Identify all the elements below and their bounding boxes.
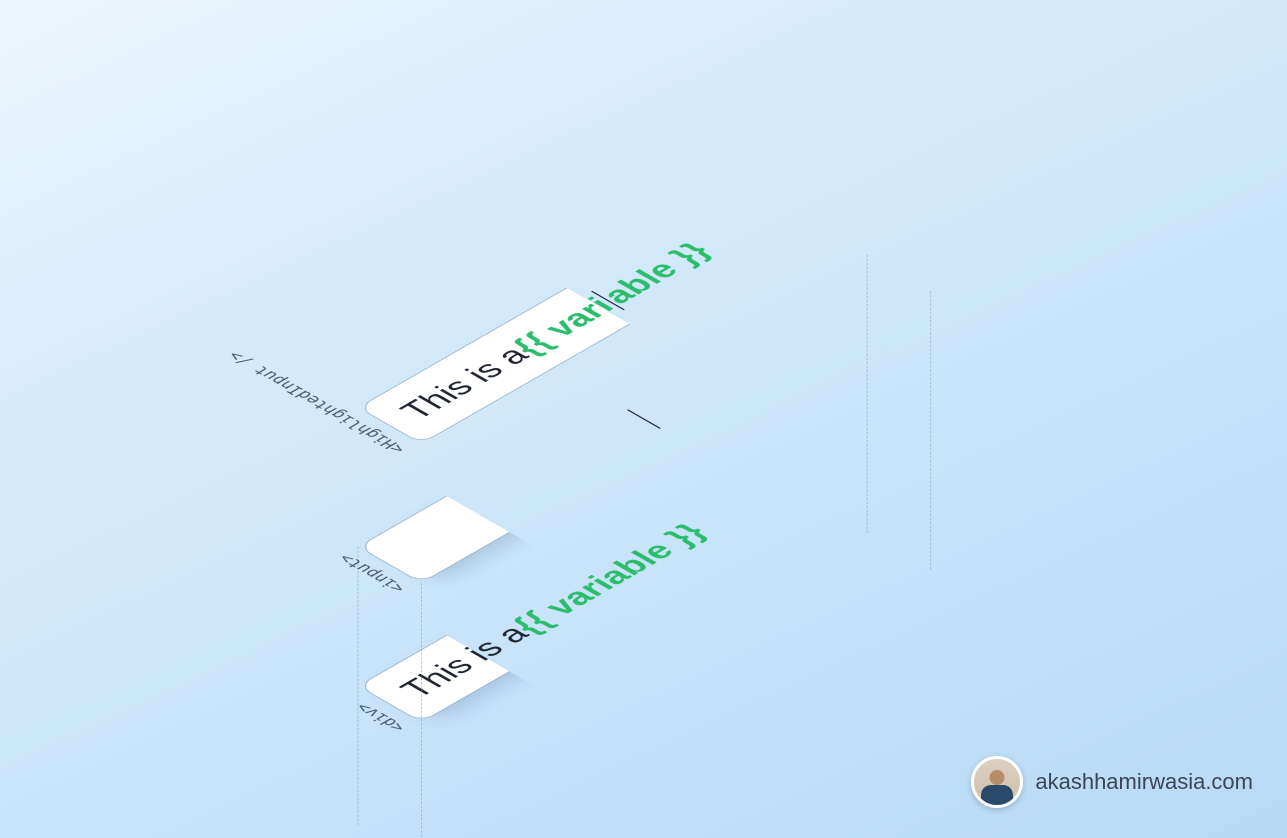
guide-line (421, 583, 422, 838)
layer-div-variable: {{ variable }} (503, 518, 714, 639)
site-url: akashhamirwasia.com (1035, 769, 1253, 795)
guide-line (357, 546, 358, 825)
layer-highlighted-var-part1: {{ vari (503, 292, 622, 360)
layer-highlighted-var-part2: able }} (592, 237, 718, 309)
text-caret-icon (627, 409, 661, 428)
layer-highlighted-text: This is a (391, 341, 537, 425)
diagram-stage: This is a {{ variable }} <div> <input> T… (94, 29, 1194, 809)
credit: akashhamirwasia.com (971, 756, 1253, 808)
avatar (971, 756, 1023, 808)
layer-div-text: This is a (391, 619, 537, 703)
guide-line (930, 291, 931, 570)
